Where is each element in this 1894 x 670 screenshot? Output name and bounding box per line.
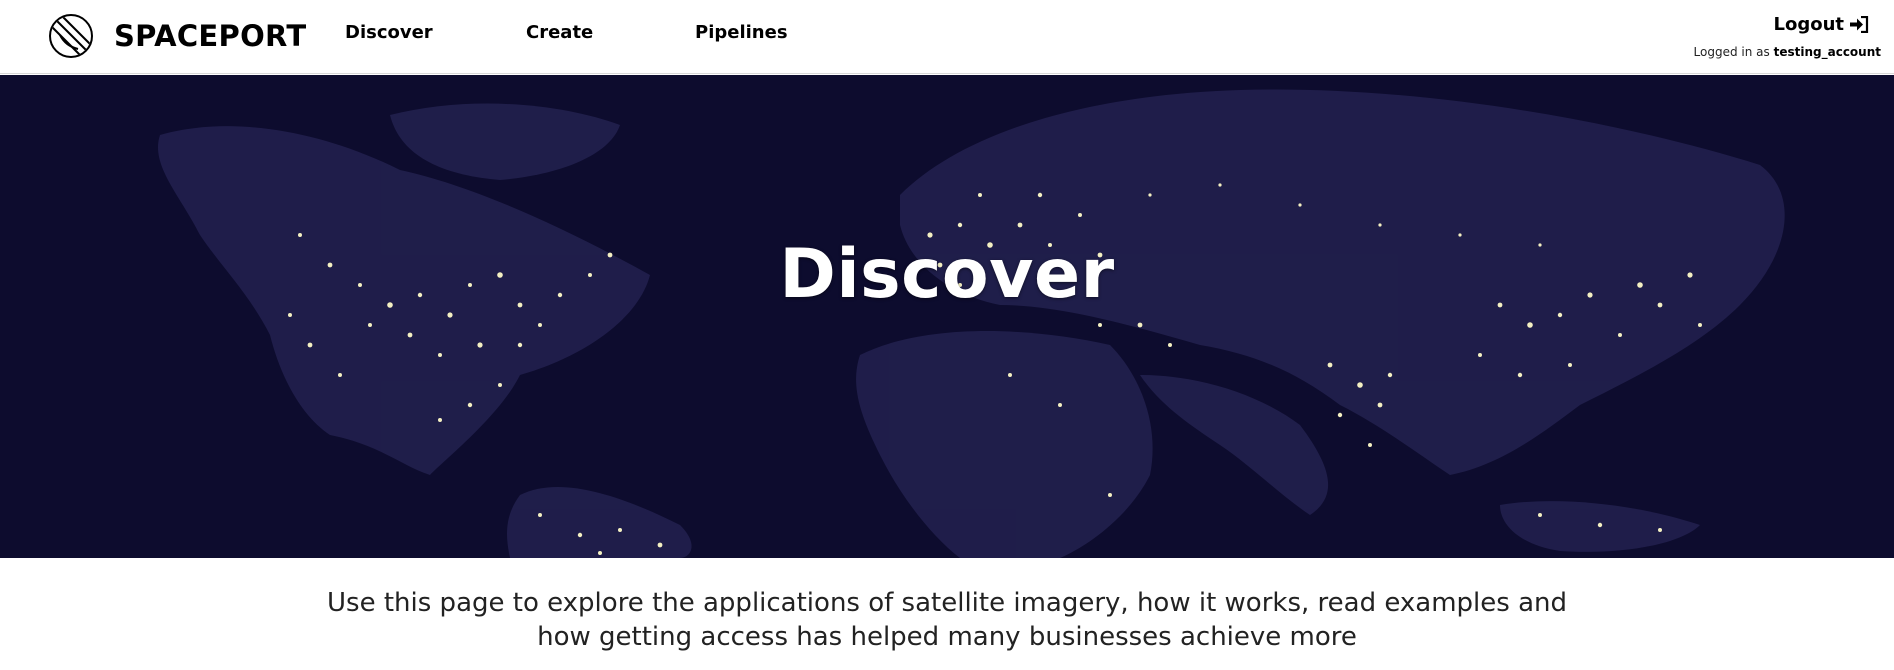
login-status-prefix: Logged in as (1693, 45, 1770, 59)
logout-label: Logout (1773, 14, 1844, 35)
world-at-night-map-image (0, 75, 1894, 558)
brand-name: SPACEPORT (114, 19, 307, 53)
page-title: Discover (779, 235, 1115, 314)
top-navbar: SPACEPORT Discover Create Pipelines Logo… (0, 0, 1894, 74)
intro-description: Use this page to explore the application… (327, 588, 1567, 652)
hero-banner: Discover (0, 75, 1894, 558)
logout-button[interactable]: Logout (1773, 14, 1869, 35)
nav-link-discover[interactable]: Discover (345, 22, 433, 43)
brand-home-link[interactable]: SPACEPORT (48, 12, 306, 60)
planet-logo-icon (49, 14, 93, 58)
account-area: Logout Logged in as testing_account (1694, 14, 1881, 59)
sign-in-arrow-icon (1850, 16, 1869, 33)
logged-in-username: testing_account (1773, 45, 1881, 59)
nav-link-pipelines[interactable]: Pipelines (695, 22, 788, 43)
login-status: Logged in as testing_account (1694, 45, 1881, 59)
nav-link-create[interactable]: Create (526, 22, 593, 43)
